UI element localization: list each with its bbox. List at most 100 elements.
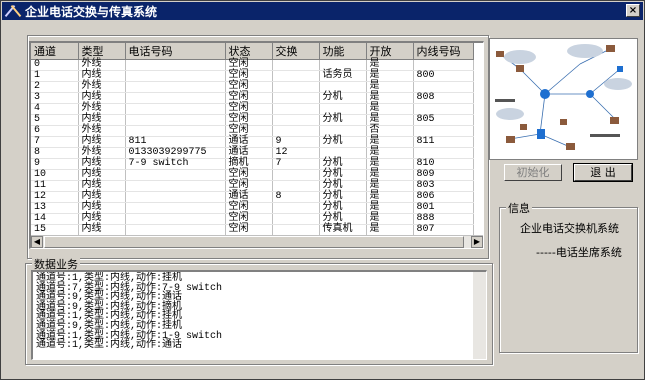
table-row[interactable]: 10 内线 空闲 分机是 809: [31, 169, 474, 181]
table-cell: 外线: [78, 59, 126, 71]
table-cell: 外线: [78, 81, 126, 93]
table-cell: 空闲: [225, 70, 273, 82]
table-cell: 12: [31, 191, 79, 203]
table-cell: 空闲: [225, 59, 273, 71]
table-cell: 10: [31, 169, 79, 181]
table-cell: [413, 81, 474, 93]
table-cell: 是: [366, 191, 414, 203]
table-cell: 12: [272, 147, 320, 159]
title-bar[interactable]: 企业电话交换与传真系统 ×: [2, 2, 643, 20]
column-header[interactable]: 交换: [272, 43, 320, 60]
table-cell: 分机: [319, 180, 367, 192]
init-button[interactable]: 初始化: [504, 164, 562, 181]
table-cell: 通话: [225, 136, 273, 148]
table-row[interactable]: 4 外线 空闲 是: [31, 103, 474, 115]
close-button[interactable]: ×: [626, 4, 640, 17]
table-row[interactable]: 6 外线 空闲 否: [31, 125, 474, 137]
table-cell: [413, 103, 474, 115]
table-header: 通道 类型 电话号码 状态 交换 功能 开放 内线号码: [31, 43, 474, 60]
column-header[interactable]: 功能: [319, 43, 367, 60]
scroll-left-arrow-icon[interactable]: ◀: [31, 236, 43, 248]
table-cell: [272, 202, 320, 214]
table-row[interactable]: 9 内线 7-9 switch 摘机 7 分机是 810: [31, 158, 474, 170]
table-cell: 14: [31, 213, 79, 225]
table-cell: [319, 81, 367, 93]
table-cell: [125, 70, 226, 82]
table-cell: 空闲: [225, 213, 273, 225]
table-row[interactable]: 13 内线 空闲 分机是 801: [31, 202, 474, 214]
column-header[interactable]: 内线号码: [413, 43, 474, 60]
info-label: 信息: [506, 200, 532, 216]
table-cell: 内线: [78, 70, 126, 82]
table-cell: 分机: [319, 202, 367, 214]
table-cell: 811: [413, 136, 474, 148]
table-cell: [272, 92, 320, 104]
table-row[interactable]: 2 外线 空闲 是: [31, 81, 474, 93]
table-cell: [125, 92, 226, 104]
table-cell: 内线: [78, 158, 126, 170]
table-cell: 分机: [319, 136, 367, 148]
data-log-list[interactable]: 通道号:1,类型:内线,动作:挂机 通道号:7,类型:内线,动作:7-9 swit…: [31, 270, 487, 360]
window-title: 企业电话交换与传真系统: [25, 4, 158, 19]
table-cell: 摘机: [225, 158, 273, 170]
column-header[interactable]: 通道: [31, 43, 79, 60]
table-row[interactable]: 11 内线 空闲 分机是 803: [31, 180, 474, 192]
table-cell: 内线: [78, 114, 126, 126]
column-header[interactable]: 状态: [225, 43, 273, 60]
table-cell: [413, 147, 474, 159]
table-cell: 是: [366, 81, 414, 93]
table-cell: 空闲: [225, 125, 273, 137]
scroll-right-arrow-icon[interactable]: ▶: [471, 236, 483, 248]
table-cell: 是: [366, 147, 414, 159]
info-line-1: 企业电话交换机系统: [520, 222, 619, 235]
scroll-thumb[interactable]: [44, 236, 464, 248]
table-cell: [413, 125, 474, 137]
table-cell: [319, 147, 367, 159]
table-cell: 4: [31, 103, 79, 115]
table-cell: [125, 81, 226, 93]
table-row[interactable]: 14 内线 空闲 分机是 888: [31, 213, 474, 225]
table-cell: 传真机: [319, 224, 367, 236]
column-header[interactable]: 电话号码: [125, 43, 226, 60]
horizontal-scrollbar[interactable]: ◀ ▶: [31, 235, 483, 248]
main-window: 企业电话交换与传真系统 × 通道 类型 电话号码 状态 交换 功能 开放 内线号码 0 外线 空闲…: [0, 0, 645, 380]
table-cell: 空闲: [225, 114, 273, 126]
exit-button[interactable]: 退 出: [573, 163, 633, 182]
table-cell: 800: [413, 70, 474, 82]
log-scrollbar[interactable]: [473, 272, 486, 359]
channel-table[interactable]: 通道 类型 电话号码 状态 交换 功能 开放 内线号码 0 外线 空闲是 1 内线 空闲 话务员是 800 2…: [29, 41, 484, 249]
table-body: 0 外线 空闲是 1 内线 空闲 话务员是 800 2 外线 空闲是 3 内线 空闲 分机是 808 4 外线 空闲…: [31, 59, 474, 236]
table-cell: [125, 191, 226, 203]
table-cell: [125, 213, 226, 225]
table-cell: [272, 224, 320, 236]
column-header[interactable]: 类型: [78, 43, 126, 60]
table-cell: [319, 125, 367, 137]
table-cell: 888: [413, 213, 474, 225]
table-cell: 分机: [319, 158, 367, 170]
table-cell: 内线: [78, 169, 126, 181]
table-cell: 是: [366, 213, 414, 225]
table-cell: [125, 103, 226, 115]
table-cell: 6: [31, 125, 79, 137]
table-cell: [272, 180, 320, 192]
table-row[interactable]: 15 内线 空闲 传真机是 807: [31, 224, 474, 236]
table-cell: 是: [366, 224, 414, 236]
table-row[interactable]: 12 内线 通话 8 分机是 806: [31, 191, 474, 203]
table-row[interactable]: 1 内线 空闲 话务员是 800: [31, 70, 474, 82]
table-row[interactable]: 7 内线 811 通话 9 分机是 811: [31, 136, 474, 148]
table-cell: 809: [413, 169, 474, 181]
table-cell: 805: [413, 114, 474, 126]
table-cell: 803: [413, 180, 474, 192]
table-row[interactable]: 0 外线 空闲 是: [31, 59, 474, 71]
table-cell: 外线: [78, 147, 126, 159]
table-cell: 话务员: [319, 70, 367, 82]
table-row[interactable]: 8 外线 0133039299775 通话 12 是: [31, 147, 474, 159]
column-header[interactable]: 开放: [366, 43, 414, 60]
table-cell: 是: [366, 136, 414, 148]
table-cell: [413, 59, 474, 71]
table-cell: 是: [366, 158, 414, 170]
table-row[interactable]: 3 内线 空闲 分机是 808: [31, 92, 474, 104]
table-cell: 空闲: [225, 180, 273, 192]
table-cell: 内线: [78, 224, 126, 236]
table-row[interactable]: 5 内线 空闲 分机是 805: [31, 114, 474, 126]
